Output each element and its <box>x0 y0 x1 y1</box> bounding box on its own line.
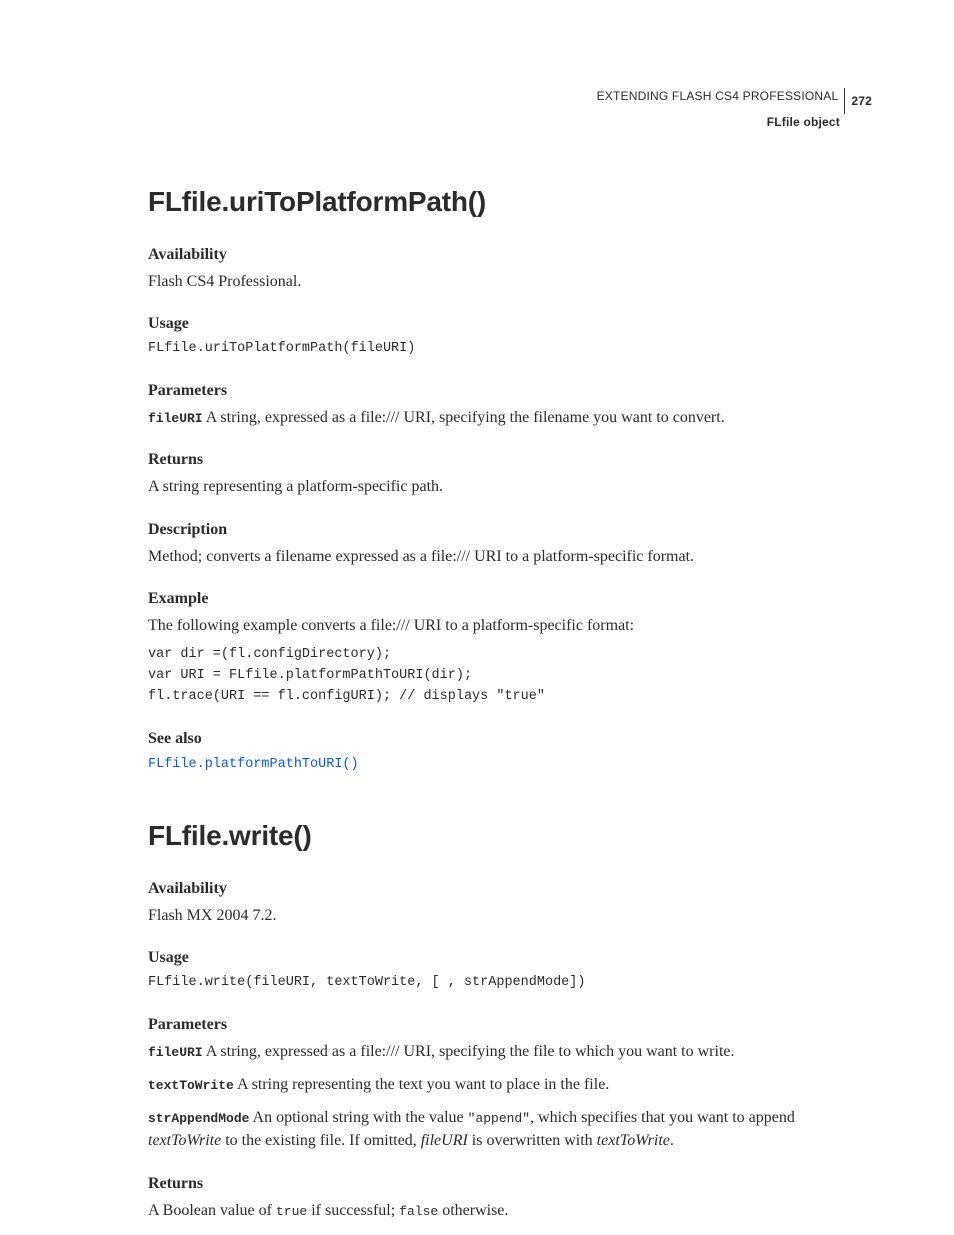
returns-text-2: A Boolean value of true if successful; f… <box>148 1199 872 1222</box>
ret-false: false <box>399 1204 438 1219</box>
p3-mid: , which specifies that you want to appen… <box>530 1109 795 1126</box>
p3-code: "append" <box>468 1111 530 1126</box>
availability-text: Flash CS4 Professional. <box>148 270 872 293</box>
example-heading: Example <box>148 590 872 608</box>
seealso-link-platformpathtouri[interactable]: FLfile.platformPathToURI() <box>148 757 359 772</box>
description-block: Description Method; converts a filename … <box>148 521 872 568</box>
param-fileuri-2: fileURI A string, expressed as a file://… <box>148 1040 872 1063</box>
page: EXTENDING FLASH CS4 PROFESSIONAL 272 FLfi… <box>0 0 954 1235</box>
param-strappendmode: strAppendMode An optional string with th… <box>148 1106 872 1152</box>
usage-code-2: FLfile.write(fileURI, textToWrite, [ , s… <box>148 973 872 994</box>
p3-mid3: is overwritten with <box>468 1132 597 1149</box>
p3-em2: fileURI <box>421 1132 468 1149</box>
param-name-texttowrite: textToWrite <box>148 1078 234 1093</box>
availability-heading: Availability <box>148 246 872 264</box>
usage-heading: Usage <box>148 315 872 333</box>
parameters-heading-2: Parameters <box>148 1016 872 1034</box>
description-heading: Description <box>148 521 872 539</box>
param-name-strappendmode: strAppendMode <box>148 1111 249 1126</box>
usage-heading-2: Usage <box>148 949 872 967</box>
param-name-fileuri: fileURI <box>148 411 203 426</box>
usage-block-2: Usage FLfile.write(fileURI, textToWrite,… <box>148 949 872 994</box>
p3-mid2: to the existing file. If omitted, <box>221 1132 421 1149</box>
returns-block: Returns A string representing a platform… <box>148 451 872 498</box>
parameters-heading: Parameters <box>148 382 872 400</box>
ret-end: otherwise. <box>438 1202 508 1219</box>
ret-mid: if successful; <box>307 1202 399 1219</box>
running-header: EXTENDING FLASH CS4 PROFESSIONAL 272 FLfi… <box>148 88 872 130</box>
availability-block-2: Availability Flash MX 2004 7.2. <box>148 880 872 927</box>
p3-em3: textToWrite <box>597 1132 670 1149</box>
param-fileuri: fileURI A string, expressed as a file://… <box>148 406 872 429</box>
usage-block: Usage FLfile.uriToPlatformPath(fileURI) <box>148 315 872 360</box>
seealso-heading: See also <box>148 730 872 748</box>
param-desc-texttowrite: A string representing the text you want … <box>234 1076 609 1093</box>
p3-pre: An optional string with the value <box>249 1109 467 1126</box>
param-desc-fileuri-2: A string, expressed as a file:/// URI, s… <box>203 1043 735 1060</box>
seealso-block: See also FLfile.platformPathToURI() <box>148 730 872 772</box>
availability-text-2: Flash MX 2004 7.2. <box>148 904 872 927</box>
example-intro: The following example converts a file://… <box>148 614 872 637</box>
example-block: Example The following example converts a… <box>148 590 872 708</box>
returns-heading: Returns <box>148 451 872 469</box>
ret-pre: A Boolean value of <box>148 1202 276 1219</box>
method-heading-uritoplatformpath: FLfile.uriToPlatformPath() <box>148 186 872 218</box>
p3-end: . <box>670 1132 674 1149</box>
page-number: 272 <box>844 88 872 114</box>
method-heading-write: FLfile.write() <box>148 820 872 852</box>
returns-block-2: Returns A Boolean value of true if succe… <box>148 1175 872 1222</box>
book-title: EXTENDING FLASH CS4 PROFESSIONAL <box>597 88 839 104</box>
availability-heading-2: Availability <box>148 880 872 898</box>
example-code: var dir =(fl.configDirectory); var URI =… <box>148 645 872 708</box>
param-name-fileuri-2: fileURI <box>148 1045 203 1060</box>
availability-block: Availability Flash CS4 Professional. <box>148 246 872 293</box>
returns-text: A string representing a platform-specifi… <box>148 475 872 498</box>
param-desc-fileuri: A string, expressed as a file:/// URI, s… <box>203 409 725 426</box>
param-texttowrite: textToWrite A string representing the te… <box>148 1073 872 1096</box>
description-text: Method; converts a filename expressed as… <box>148 545 872 568</box>
usage-code: FLfile.uriToPlatformPath(fileURI) <box>148 339 872 360</box>
section-name: FLfile object <box>148 114 872 130</box>
parameters-block: Parameters fileURI A string, expressed a… <box>148 382 872 429</box>
ret-true: true <box>276 1204 307 1219</box>
p3-em1: textToWrite <box>148 1132 221 1149</box>
returns-heading-2: Returns <box>148 1175 872 1193</box>
parameters-block-2: Parameters fileURI A string, expressed a… <box>148 1016 872 1153</box>
